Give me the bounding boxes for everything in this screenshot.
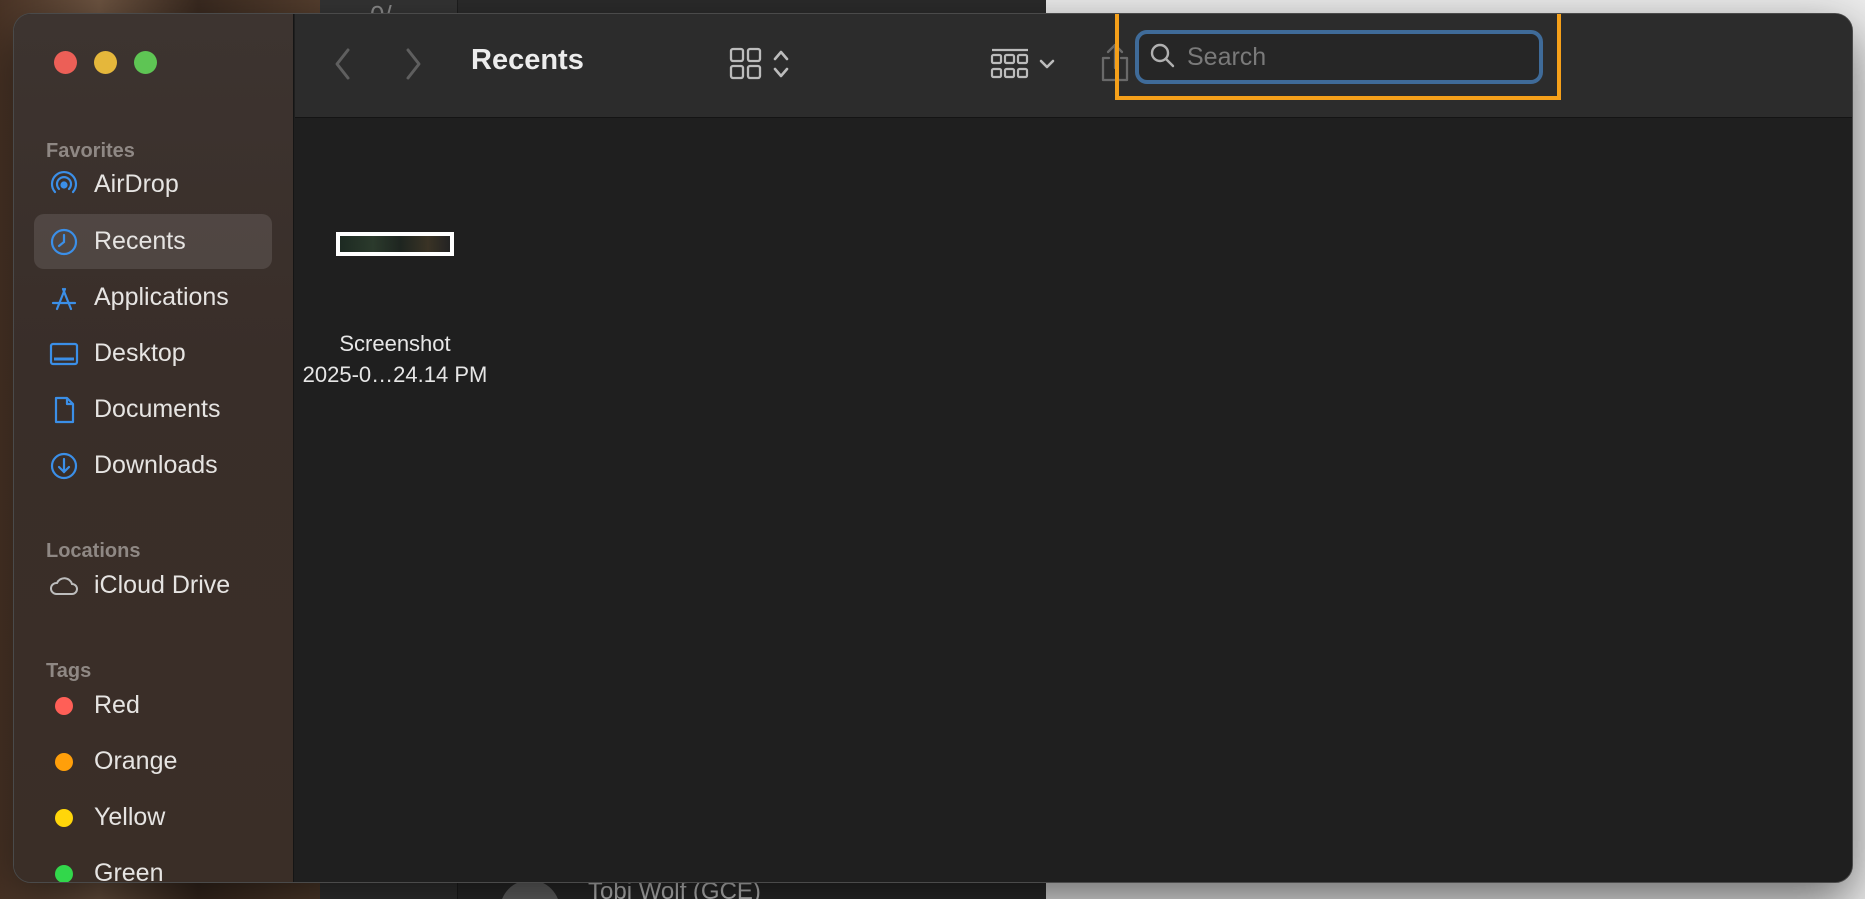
toolbar: Recents <box>295 14 1852 118</box>
tag-yellow-dot <box>55 808 73 827</box>
sidebar-item-downloads[interactable]: Downloads <box>34 438 272 493</box>
minimize-window-button[interactable] <box>94 51 117 74</box>
sidebar-item-label: Desktop <box>94 339 186 367</box>
file-item[interactable]: Screenshot 2025-0…24.14 PM <box>295 179 495 390</box>
close-window-button[interactable] <box>54 51 77 74</box>
file-name: Screenshot 2025-0…24.14 PM <box>295 328 495 390</box>
view-mode-button[interactable] <box>719 44 799 88</box>
finder-window: Favorites AirDrop Recents Applications D… <box>13 13 1853 883</box>
sidebar-item-icloud-drive[interactable]: iCloud Drive <box>34 558 272 613</box>
file-thumbnail <box>336 232 454 256</box>
zoom-window-button[interactable] <box>134 51 157 74</box>
clock-icon <box>48 226 80 258</box>
sidebar-item-label: Green <box>94 859 164 883</box>
sidebar-item-label: AirDrop <box>94 170 179 198</box>
sidebar-item-tag-green[interactable]: Green <box>34 846 272 883</box>
sidebar-item-documents[interactable]: Documents <box>34 382 272 437</box>
file-name-line1: Screenshot <box>339 331 451 356</box>
sidebar: Favorites AirDrop Recents Applications D… <box>14 14 294 882</box>
sidebar-item-airdrop[interactable]: AirDrop <box>34 157 272 212</box>
sidebar-item-tag-yellow[interactable]: Yellow <box>34 790 272 845</box>
window-title: Recents <box>471 44 584 76</box>
group-by-button[interactable] <box>983 44 1063 88</box>
sidebar-item-applications[interactable]: Applications <box>34 270 272 325</box>
search-field[interactable] <box>1135 30 1543 84</box>
airdrop-icon <box>48 169 80 201</box>
search-input[interactable] <box>1187 42 1517 72</box>
back-button[interactable] <box>323 46 363 86</box>
tag-red-dot <box>55 696 73 715</box>
sidebar-item-desktop[interactable]: Desktop <box>34 326 272 381</box>
applications-icon <box>48 282 80 314</box>
sidebar-item-recents[interactable]: Recents <box>34 214 272 269</box>
chevron-right-icon <box>402 47 424 86</box>
sidebar-item-label: Yellow <box>94 803 166 831</box>
chevron-left-icon <box>332 47 354 86</box>
sidebar-item-label: Recents <box>94 227 186 255</box>
cloud-icon <box>48 570 80 602</box>
sidebar-item-label: Applications <box>94 283 229 311</box>
sidebar-item-label: iCloud Drive <box>94 571 231 599</box>
file-name-line2: 2025-0…24.14 PM <box>302 362 488 387</box>
chevron-down-icon <box>1038 57 1056 75</box>
desktop-icon <box>48 338 80 370</box>
sidebar-item-label: Documents <box>94 395 221 423</box>
tag-green-dot <box>55 864 73 882</box>
updown-chevron-icon <box>773 48 789 85</box>
sidebar-item-tag-red[interactable]: Red <box>34 678 272 733</box>
sidebar-item-label: Downloads <box>94 451 218 479</box>
tag-orange-dot <box>55 752 73 771</box>
search-icon <box>1149 42 1175 73</box>
sidebar-item-label: Red <box>94 691 140 719</box>
forward-button[interactable] <box>393 46 433 86</box>
sidebar-item-label: Orange <box>94 747 178 775</box>
download-icon <box>48 450 80 482</box>
icon-grid-icon <box>729 47 763 86</box>
sidebar-item-tag-orange[interactable]: Orange <box>34 734 272 789</box>
document-icon <box>48 394 80 426</box>
group-gallery-icon <box>990 47 1030 86</box>
file-browser-content: Screenshot 2025-0…24.14 PM <box>295 119 1852 882</box>
